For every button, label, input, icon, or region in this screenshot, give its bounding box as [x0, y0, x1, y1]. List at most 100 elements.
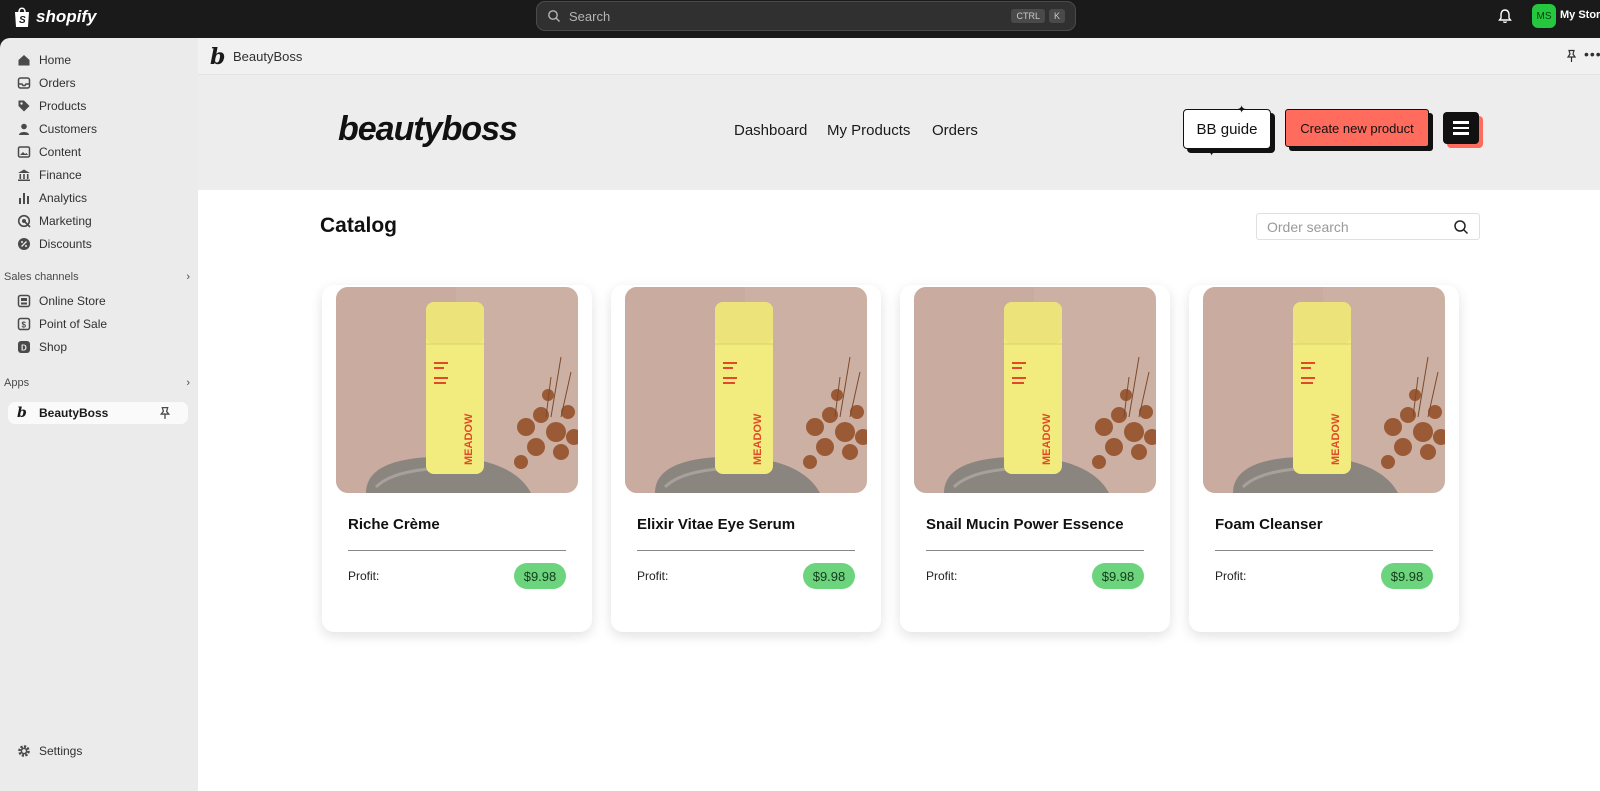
sidebar-item-point-of-sale[interactable]: $ Point of Sale — [8, 313, 188, 335]
apps-header[interactable]: Apps › — [4, 377, 190, 389]
bb-guide-button[interactable]: BB guide — [1183, 109, 1271, 149]
sidebar-item-analytics[interactable]: Analytics — [8, 187, 188, 209]
discount-icon — [18, 238, 30, 250]
search-icon[interactable] — [1453, 219, 1469, 235]
bar-chart-icon — [19, 193, 29, 204]
sidebar-item-orders[interactable]: Orders — [8, 72, 188, 94]
sidebar-item-finance[interactable]: Finance — [8, 164, 188, 186]
divider — [1215, 550, 1433, 551]
chevron-right-icon: › — [186, 377, 190, 389]
product-card[interactable]: MEADOW Snail Mucin Power Essence Profit: $… — [900, 285, 1170, 632]
profit-badge: $9.98 — [514, 563, 566, 589]
sidebar-item-label: Products — [39, 99, 87, 113]
menu-bar — [1453, 121, 1469, 124]
sidebar-item-label: Marketing — [39, 214, 92, 228]
divider — [348, 550, 566, 551]
store-icon — [17, 294, 31, 308]
search-icon — [548, 10, 560, 22]
menu-bar — [1453, 126, 1469, 130]
menu-bar — [1453, 132, 1469, 135]
product-name[interactable]: Snail Mucin Power Essence — [926, 516, 1124, 533]
chevron-right-icon: › — [186, 271, 190, 283]
create-new-product-button[interactable]: Create new product — [1285, 109, 1429, 147]
sales-channels-label: Sales channels — [4, 271, 79, 283]
svg-text:S: S — [19, 15, 26, 26]
svg-text:$: $ — [22, 321, 27, 330]
apps-label: Apps — [4, 377, 30, 389]
sidebar-item-online-store[interactable]: Online Store — [8, 290, 188, 312]
nav-orders[interactable]: Orders — [932, 122, 978, 139]
divider — [926, 550, 1144, 551]
product-image[interactable]: MEADOW — [914, 287, 1156, 493]
beautyboss-app-icon: b — [17, 405, 27, 421]
product-name[interactable]: Elixir Vitae Eye Serum — [637, 516, 795, 533]
hamburger-menu-button[interactable] — [1443, 112, 1479, 144]
more-options-icon[interactable]: ••• — [1584, 46, 1600, 62]
sparkle-icon: ✦ — [1207, 147, 1217, 159]
profit-label: Profit: — [637, 569, 669, 583]
shopify-logo[interactable]: S shopify — [12, 6, 96, 28]
search-placeholder: Search — [569, 8, 611, 24]
sidebar-item-customers[interactable]: Customers — [8, 118, 188, 140]
catalog-title: Catalog — [320, 214, 398, 237]
profit-label: Profit: — [348, 569, 380, 583]
beautyboss-logo[interactable]: beautyboss — [338, 110, 518, 149]
bottle-brand-text: MEADOW — [752, 413, 764, 465]
sidebar-item-beautyboss[interactable]: b BeautyBoss — [8, 402, 188, 424]
product-card[interactable]: MEADOW Riche Crème Profit: $9.98 — [322, 285, 592, 632]
sparkle-icon: ✦ — [1237, 104, 1247, 116]
bottle-brand-text: MEADOW — [463, 413, 475, 465]
profit-label: Profit: — [1215, 569, 1247, 583]
product-image[interactable]: MEADOW — [336, 287, 578, 493]
shopify-bag-icon: S — [15, 7, 29, 27]
app-frame: b BeautyBoss ••• beautyboss Dashboard My… — [198, 38, 1600, 791]
profit-badge: $9.98 — [803, 563, 855, 589]
sidebar-item-label: Online Store — [39, 294, 106, 308]
order-search-input[interactable]: Order search — [1256, 213, 1480, 240]
store-avatar[interactable]: MS — [1532, 4, 1556, 28]
order-search-placeholder: Order search — [1267, 218, 1349, 235]
product-image[interactable]: MEADOW — [625, 287, 867, 493]
nav-dashboard[interactable]: Dashboard — [734, 122, 807, 139]
sidebar-item-label: Home — [39, 53, 72, 67]
sidebar-item-settings[interactable]: Settings — [8, 740, 188, 762]
sidebar-item-label: Shop — [39, 340, 68, 354]
sidebar-item-shop[interactable]: D Shop — [8, 336, 188, 358]
target-icon — [17, 214, 31, 228]
nav-my-products[interactable]: My Products — [827, 122, 910, 139]
store-name[interactable]: My Store — [1560, 9, 1600, 21]
bb-guide-label: BB guide — [1196, 120, 1258, 138]
admin-sidebar: Home Orders Products Customers Content F… — [0, 38, 198, 791]
sidebar-item-label: BeautyBoss — [39, 406, 109, 420]
shopify-wordmark: shopify — [36, 7, 97, 26]
sidebar-item-label: Analytics — [39, 191, 88, 205]
svg-text:D: D — [21, 344, 27, 353]
sales-channels-header[interactable]: Sales channels › — [4, 271, 190, 283]
pin-icon[interactable] — [158, 406, 172, 420]
profit-badge: $9.98 — [1092, 563, 1144, 589]
bottle-brand-text: MEADOW — [1330, 413, 1342, 465]
sidebar-item-marketing[interactable]: Marketing — [8, 210, 188, 232]
sidebar-item-home[interactable]: Home — [8, 49, 188, 71]
beautyboss-app-icon: b — [210, 44, 226, 70]
shortcut-key-ctrl: CTRL — [1011, 9, 1045, 23]
product-image[interactable]: MEADOW — [1203, 287, 1445, 493]
shop-icon: D — [18, 341, 30, 353]
pin-icon[interactable] — [1565, 49, 1578, 63]
sidebar-item-label: Point of Sale — [39, 317, 108, 331]
product-name[interactable]: Riche Crème — [348, 516, 440, 533]
product-card[interactable]: MEADOW Elixir Vitae Eye Serum Profit: $9.9… — [611, 285, 881, 632]
create-new-product-label: Create new product — [1300, 120, 1414, 136]
bell-icon[interactable] — [1497, 8, 1513, 24]
admin-search-bar[interactable]: Search CTRL K — [536, 1, 1076, 31]
sidebar-item-discounts[interactable]: Discounts — [8, 233, 188, 255]
inbox-icon — [17, 77, 31, 89]
sidebar-item-content[interactable]: Content — [8, 141, 188, 163]
sidebar-item-products[interactable]: Products — [8, 95, 188, 117]
profit-label: Profit: — [926, 569, 958, 583]
sidebar-item-label: Customers — [39, 122, 98, 136]
image-icon — [17, 146, 31, 158]
product-card[interactable]: MEADOW Foam Cleanser Profit: $9.98 — [1189, 285, 1459, 632]
product-name[interactable]: Foam Cleanser — [1215, 516, 1323, 533]
bottle-brand-text: MEADOW — [1041, 413, 1053, 465]
